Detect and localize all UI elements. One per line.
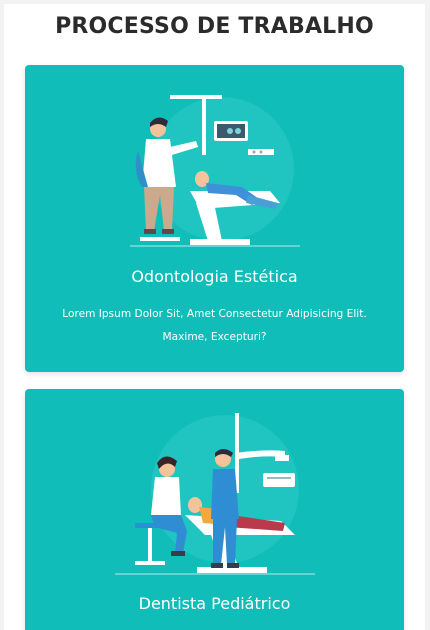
service-card-odontologia-estetica[interactable]: Odontologia Estética Lorem Ipsum Dolor S… <box>25 65 404 372</box>
page: PROCESSO DE TRABALHO Odontologia Estétic… <box>4 4 425 630</box>
card-title: Odontologia Estética <box>131 267 298 286</box>
card-title: Dentista Pediátrico <box>138 594 291 613</box>
section-title: PROCESSO DE TRABALHO <box>55 14 374 39</box>
card-description: Lorem Ipsum Dolor Sit, Amet Consectetur … <box>62 308 367 343</box>
pediatric-dentist-illustration <box>114 413 315 575</box>
dentist-treating-patient-illustration <box>129 95 300 247</box>
service-card-dentista-pediatrico[interactable]: Dentista Pediátrico <box>25 389 404 630</box>
